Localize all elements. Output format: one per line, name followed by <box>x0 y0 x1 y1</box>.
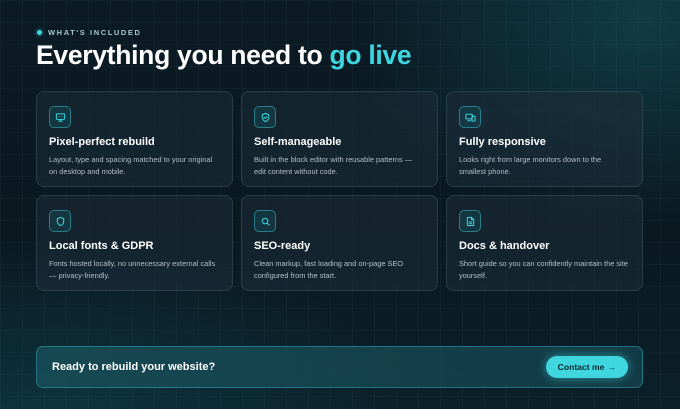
devices-icon <box>459 106 481 128</box>
shield-icon <box>49 210 71 232</box>
page-title: Everything you need to go live <box>36 40 412 71</box>
feature-card-seo: SEO-ready Clean markup, fast loading and… <box>241 195 438 291</box>
feature-description: Looks right from large monitors down to … <box>459 155 602 176</box>
feature-card-self-manageable: Self-manageable Built in the block edito… <box>241 91 438 187</box>
feature-description: Fonts hosted locally, no unnecessary ext… <box>49 259 216 280</box>
contact-me-button[interactable]: Contact me → <box>545 356 628 378</box>
feature-description: Built in the block editor with reusable … <box>254 155 413 176</box>
eyebrow-label: WHAT'S INCLUDED <box>48 28 142 37</box>
shield-check-icon <box>254 106 276 128</box>
monitor-icon <box>49 106 71 128</box>
arrow-right-icon: → <box>607 362 616 372</box>
cta-banner: Ready to rebuild your website? Contact m… <box>36 346 643 388</box>
section-eyebrow: WHAT'S INCLUDED <box>37 28 142 37</box>
cta-text: Ready to rebuild your website? <box>52 361 216 373</box>
feature-card-local-fonts: Local fonts & GDPR Fonts hosted locally,… <box>36 195 233 291</box>
feature-title: Self-manageable <box>254 136 342 148</box>
feature-description: Short guide so you can confidently maint… <box>459 259 628 280</box>
feature-card-responsive: Fully responsive Looks right from large … <box>446 91 643 187</box>
search-icon <box>254 210 276 232</box>
contact-button-label: Contact me <box>557 362 605 372</box>
feature-title: Fully responsive <box>459 136 546 148</box>
feature-title: SEO-ready <box>254 240 311 252</box>
eyebrow-dot-icon <box>37 30 42 35</box>
title-accent: go live <box>329 40 412 70</box>
document-icon <box>459 210 481 232</box>
feature-description: Clean markup, fast loading and on-page S… <box>254 259 404 280</box>
title-main: Everything you need to <box>36 40 330 70</box>
feature-title: Pixel-perfect rebuild <box>49 136 155 148</box>
feature-grid: Pixel-perfect rebuild Layout, type and s… <box>36 91 643 291</box>
feature-card-pixel-perfect: Pixel-perfect rebuild Layout, type and s… <box>36 91 233 187</box>
feature-title: Local fonts & GDPR <box>49 240 154 252</box>
feature-card-docs: Docs & handover Short guide so you can c… <box>446 195 643 291</box>
feature-description: Layout, type and spacing matched to your… <box>49 155 213 176</box>
feature-title: Docs & handover <box>459 240 550 252</box>
